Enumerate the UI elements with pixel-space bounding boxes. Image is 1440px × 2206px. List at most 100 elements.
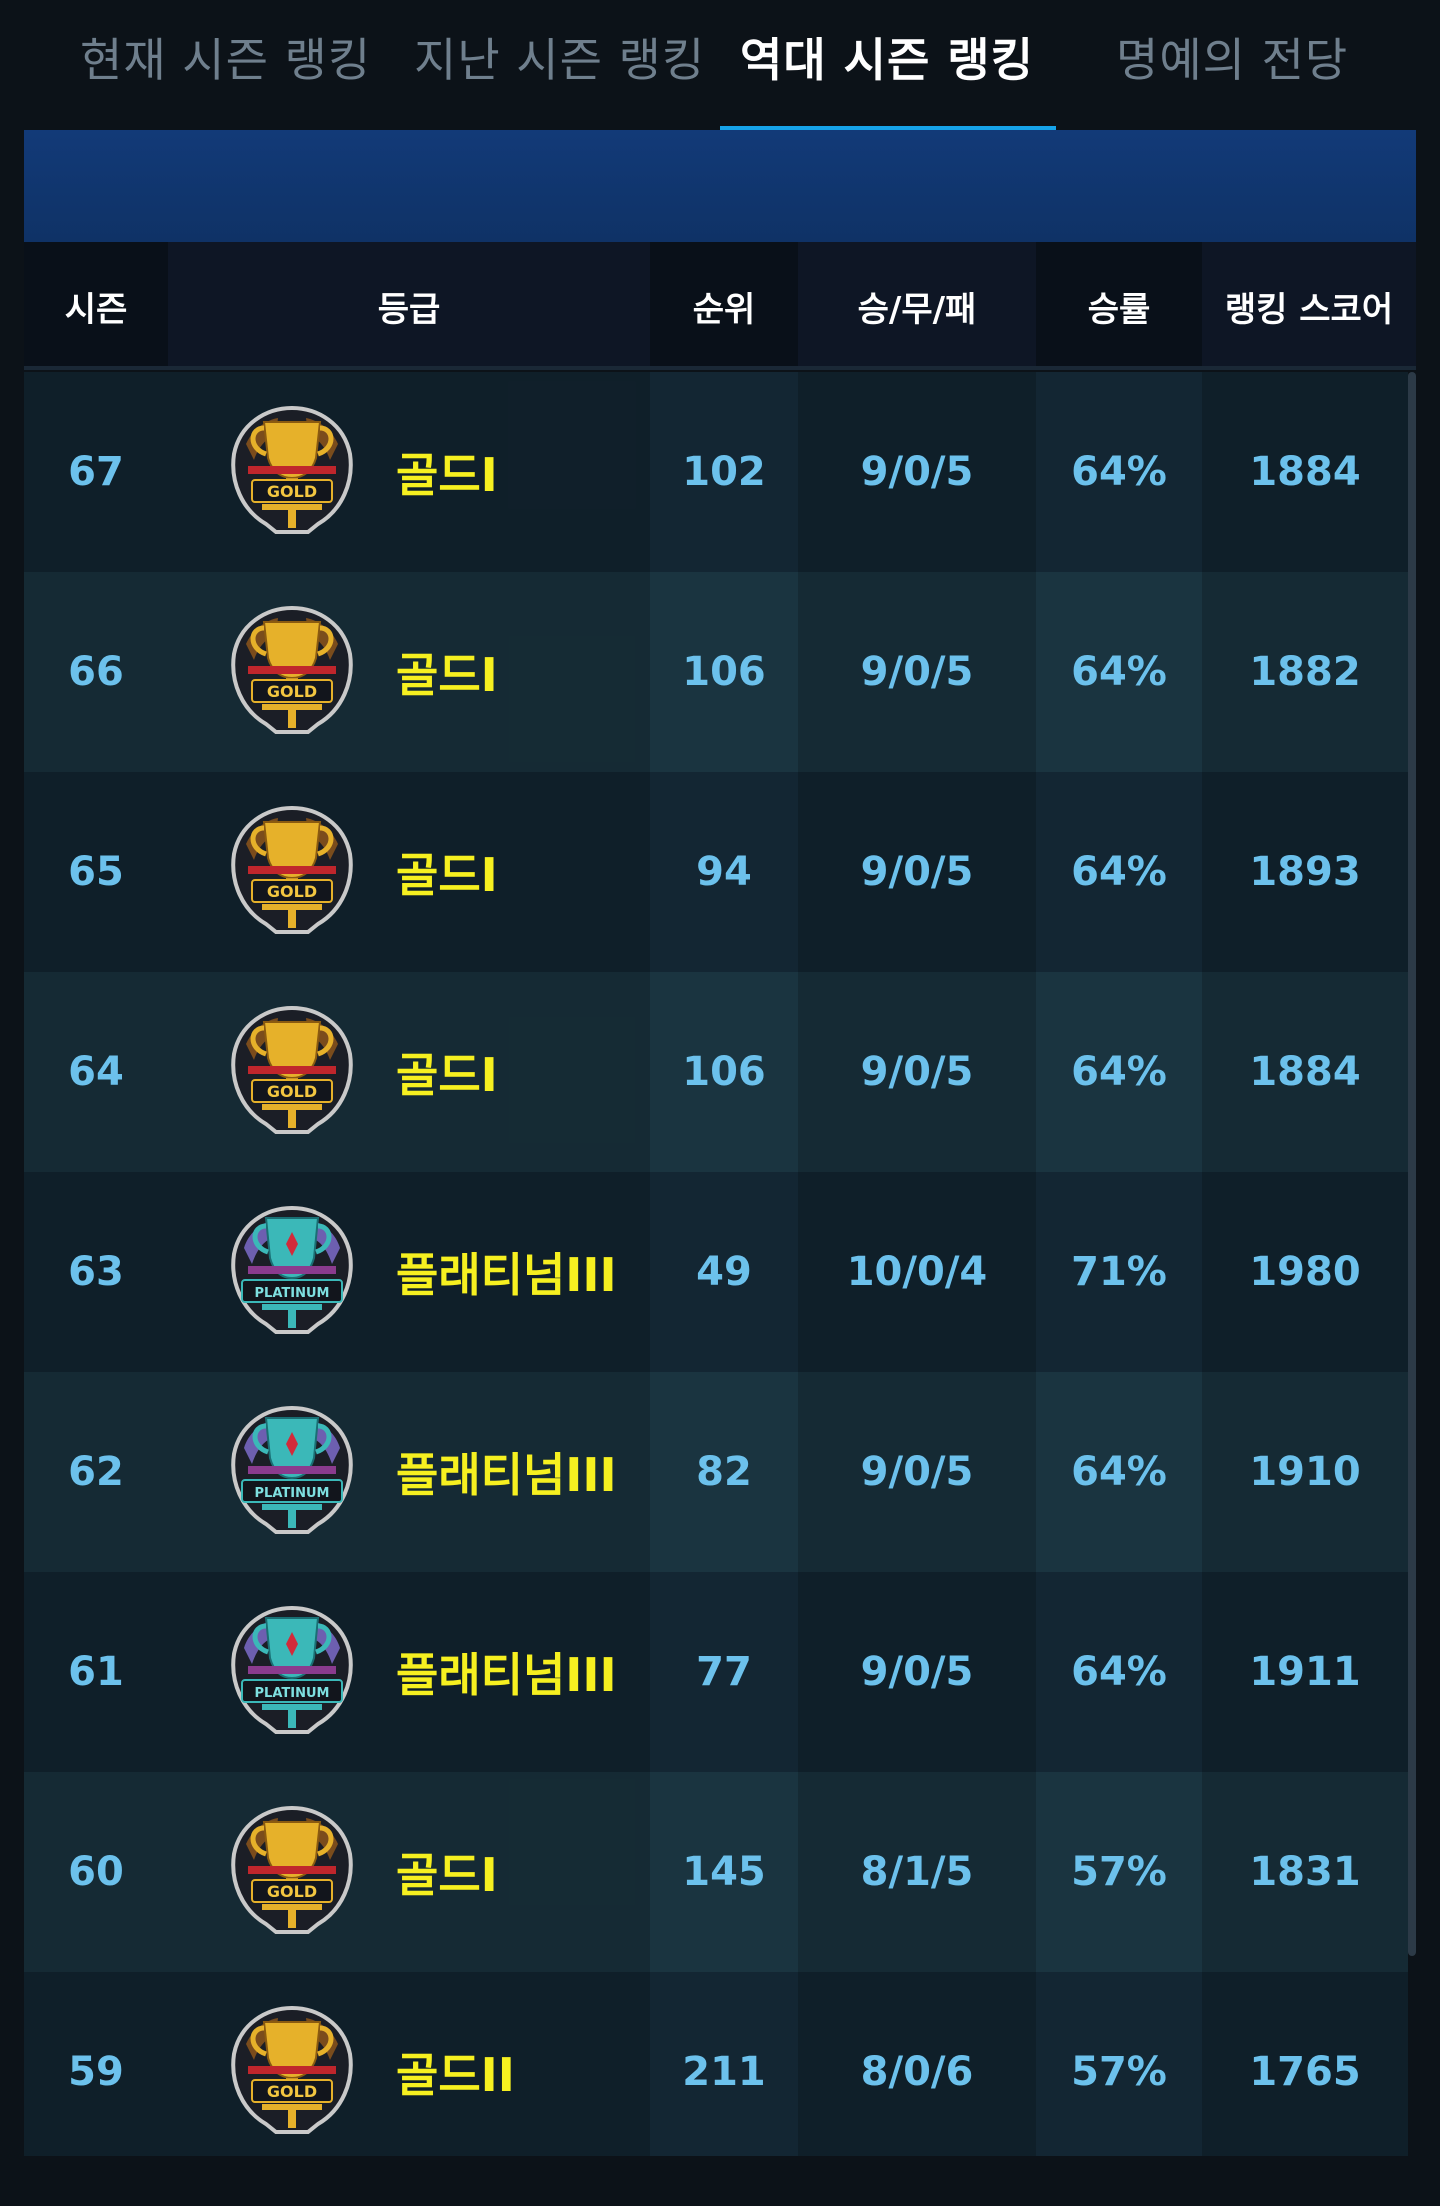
svg-text:GOLD: GOLD <box>267 2082 317 2101</box>
winrate-cell: 64% <box>1071 449 1167 495</box>
ranking-score-cell: 1884 <box>1202 972 1408 1172</box>
record-cell: 9/0/5 <box>798 372 1036 572</box>
tab-current-season[interactable]: 현재 시즌 랭킹 <box>80 24 371 134</box>
season-cell: 67 <box>24 372 168 572</box>
grade-cell: GOLD 골드I <box>168 1772 650 1972</box>
winrate-cell: 71% <box>1071 1249 1167 1295</box>
platinum-trophy-badge-icon: PLATINUM <box>226 1404 358 1536</box>
header-winrate: 승률 <box>1036 242 1202 370</box>
rank-cell: 211 <box>682 2049 766 2095</box>
ranking-score-cell: 1882 <box>1202 572 1408 772</box>
ranking-score-cell: 1831 <box>1202 1772 1408 1972</box>
winrate-cell: 57% <box>1071 2049 1167 2095</box>
header-season: 시즌 <box>24 242 168 370</box>
svg-text:GOLD: GOLD <box>267 482 317 501</box>
svg-text:PLATINUM: PLATINUM <box>255 1686 330 1701</box>
gold-trophy-badge-icon: GOLD <box>226 604 358 736</box>
svg-text:GOLD: GOLD <box>267 682 317 701</box>
svg-text:PLATINUM: PLATINUM <box>255 1286 330 1301</box>
tab-hall-of-fame[interactable]: 명예의 전당 <box>1116 24 1348 134</box>
table-row: 63 PLATINUM 플래티넘III 49 10/0/4 71% 1980 <box>24 1172 1408 1372</box>
header-rank: 순위 <box>650 242 798 370</box>
table-row: 59 GOLD 골드II 211 8/0/6 57% 1765 <box>24 1972 1408 2156</box>
gold-trophy-badge-icon: GOLD <box>226 1804 358 1936</box>
grade-cell: PLATINUM 플래티넘III <box>168 1572 650 1772</box>
season-cell: 62 <box>24 1372 168 1572</box>
svg-text:GOLD: GOLD <box>267 1882 317 1901</box>
grade-cell: PLATINUM 플래티넘III <box>168 1372 650 1572</box>
table-row: 66 GOLD 골드I 106 9/0/5 64% 1882 <box>24 572 1408 772</box>
ranking-score-cell: 1910 <box>1202 1372 1408 1572</box>
grade-cell: GOLD 골드I <box>168 772 650 972</box>
table-row: 61 PLATINUM 플래티넘III 77 9/0/5 64% 1911 <box>24 1572 1408 1772</box>
rank-cell: 94 <box>696 849 752 895</box>
record-cell: 9/0/5 <box>798 1572 1036 1772</box>
platinum-trophy-badge-icon: PLATINUM <box>226 1204 358 1336</box>
record-cell: 9/0/5 <box>798 1372 1036 1572</box>
tab-all-seasons[interactable]: 역대 시즌 랭킹 <box>740 24 1034 134</box>
season-cell: 66 <box>24 572 168 772</box>
header-grade: 등급 <box>168 242 650 370</box>
grade-name: 플래티넘III <box>396 1248 617 1302</box>
rank-cell: 102 <box>682 449 766 495</box>
ranking-score-cell: 1911 <box>1202 1572 1408 1772</box>
svg-text:GOLD: GOLD <box>267 882 317 901</box>
record-cell: 8/1/5 <box>798 1772 1036 1972</box>
gold-trophy-badge-icon: GOLD <box>226 1004 358 1136</box>
grade-name: 골드I <box>396 1048 498 1102</box>
grade-name: 골드I <box>396 448 498 502</box>
grade-name: 골드I <box>396 648 498 702</box>
table-row: 60 GOLD 골드I 145 8/1/5 57% 1831 <box>24 1772 1408 1972</box>
table-row: 65 GOLD 골드I 94 9/0/5 64% 1893 <box>24 772 1408 972</box>
ranking-tab-bar: 현재 시즌 랭킹 지난 시즌 랭킹 역대 시즌 랭킹 명예의 전당 <box>0 0 1440 134</box>
table-banner <box>24 130 1416 242</box>
season-cell: 63 <box>24 1172 168 1372</box>
table-scrollbar[interactable] <box>1408 372 1416 1956</box>
platinum-trophy-badge-icon: PLATINUM <box>226 1604 358 1736</box>
grade-name: 플래티넘III <box>396 1648 617 1702</box>
tab-last-season[interactable]: 지난 시즌 랭킹 <box>414 24 705 134</box>
ranking-score-cell: 1884 <box>1202 372 1408 572</box>
svg-text:PLATINUM: PLATINUM <box>255 1486 330 1501</box>
season-cell: 61 <box>24 1572 168 1772</box>
winrate-cell: 57% <box>1071 1849 1167 1895</box>
table-header: 시즌 등급 순위 승/무/패 승률 랭킹 스코어 <box>24 242 1416 370</box>
rank-cell: 77 <box>696 1649 752 1695</box>
grade-cell: GOLD 골드I <box>168 972 650 1172</box>
rank-cell: 106 <box>682 649 766 695</box>
rank-cell: 49 <box>696 1249 752 1295</box>
bottom-bar <box>0 2156 1440 2206</box>
grade-name: 골드II <box>396 2048 515 2102</box>
header-record: 승/무/패 <box>798 242 1036 370</box>
grade-cell: PLATINUM 플래티넘III <box>168 1172 650 1372</box>
record-cell: 9/0/5 <box>798 572 1036 772</box>
table-row: 62 PLATINUM 플래티넘III 82 9/0/5 64% 1910 <box>24 1372 1408 1572</box>
winrate-cell: 64% <box>1071 1649 1167 1695</box>
header-ranking-score: 랭킹 스코어 <box>1202 242 1416 370</box>
record-cell: 9/0/5 <box>798 772 1036 972</box>
season-cell: 59 <box>24 1972 168 2156</box>
winrate-cell: 64% <box>1071 849 1167 895</box>
table-row: 67 GOLD 골드I 102 9/0/5 64% 1884 <box>24 372 1408 572</box>
grade-name: 골드I <box>396 848 498 902</box>
season-cell: 64 <box>24 972 168 1172</box>
record-cell: 10/0/4 <box>798 1172 1036 1372</box>
gold-trophy-badge-icon: GOLD <box>226 404 358 536</box>
rank-cell: 82 <box>696 1449 752 1495</box>
ranking-score-cell: 1893 <box>1202 772 1408 972</box>
winrate-cell: 64% <box>1071 1049 1167 1095</box>
grade-name: 골드I <box>396 1848 498 1902</box>
table-row: 64 GOLD 골드I 106 9/0/5 64% 1884 <box>24 972 1408 1172</box>
gold-trophy-badge-icon: GOLD <box>226 2004 358 2136</box>
winrate-cell: 64% <box>1071 649 1167 695</box>
ranking-score-cell: 1765 <box>1202 1972 1408 2156</box>
grade-name: 플래티넘III <box>396 1448 617 1502</box>
ranking-score-cell: 1980 <box>1202 1172 1408 1372</box>
winrate-cell: 64% <box>1071 1449 1167 1495</box>
grade-cell: GOLD 골드I <box>168 572 650 772</box>
ranking-table-body: 67 GOLD 골드I 102 9/0/5 64% 1884 66 GOLD 골드I 106 9/0/… <box>24 372 1408 2156</box>
rank-cell: 145 <box>682 1849 766 1895</box>
header-divider <box>24 366 1416 370</box>
grade-cell: GOLD 골드I <box>168 372 650 572</box>
record-cell: 9/0/5 <box>798 972 1036 1172</box>
